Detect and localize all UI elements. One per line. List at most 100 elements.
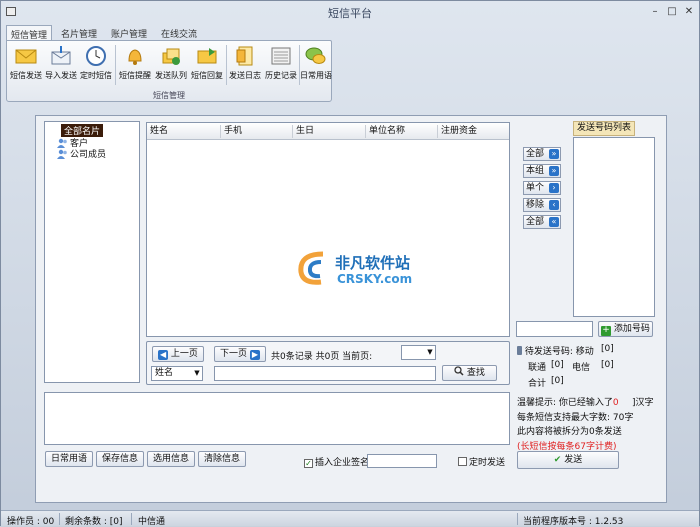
status-bar: 操作员 : 00 剩余条数 : [0] 中信通 当前程序版本号 : 1.2.53	[1, 510, 699, 527]
phone-number-input[interactable]	[516, 321, 593, 337]
status-version: 当前程序版本号 : 1.2.53	[523, 517, 624, 527]
queue-icon	[162, 48, 180, 65]
add-number-button[interactable]: + 添加号码	[598, 321, 653, 337]
column-header-name[interactable]: 姓名	[147, 125, 168, 138]
tab-card-management[interactable]: 名片管理	[56, 25, 102, 41]
insert-signature-checkbox[interactable]: ✓ 插入企业签名	[304, 455, 369, 468]
history-button[interactable]: 历史记录	[265, 44, 297, 84]
import-send-button[interactable]: 导入发送	[45, 44, 77, 84]
remove-button[interactable]: 移除 ‹	[523, 198, 561, 212]
tab-online-chat[interactable]: 在线交流	[156, 25, 202, 41]
pending-telecom-label: 电信	[572, 363, 591, 373]
phone-icon	[517, 346, 522, 355]
title-bar: 短信平台 – □ ✕	[1, 1, 699, 23]
column-header-mobile[interactable]: 手机	[220, 125, 242, 138]
send-sms-button[interactable]: 短信发送	[10, 44, 42, 84]
status-separator	[131, 513, 132, 525]
minimize-button[interactable]: –	[649, 7, 661, 18]
daily-phrases-button[interactable]: 日常用语	[300, 44, 332, 84]
import-envelope-icon	[51, 46, 71, 65]
chevron-down-icon: ▼	[194, 369, 200, 377]
prev-page-button[interactable]: ◀ 上一页	[152, 346, 204, 362]
sms-reply-button[interactable]: 短信回复	[191, 44, 223, 84]
search-icon	[454, 366, 464, 376]
double-arrow-left-icon: «	[549, 217, 559, 227]
pending-telecom-count: [0]	[601, 360, 614, 370]
contacts-table[interactable]: 姓名 手机 生日 单位名称 注册资金 非凡软件站 CRSKY.com	[146, 122, 510, 337]
reply-icon	[197, 48, 217, 64]
logo-swirl-icon	[298, 251, 324, 285]
save-info-button[interactable]: 保存信息	[96, 451, 144, 467]
status-separator	[59, 513, 60, 525]
people-icon	[57, 149, 67, 159]
checkbox-unchecked-icon	[458, 457, 467, 466]
pager-bar: ◀ 上一页 下一页 ▶ 共0条记录 共0页 当前页: ▼ 姓名 ▼ 查找	[146, 341, 510, 385]
chat-icon	[305, 47, 326, 64]
checkbox-checked-icon: ✓	[304, 459, 313, 468]
checkmark-icon: ✔	[553, 455, 562, 465]
clock-icon	[86, 46, 106, 66]
status-remaining: 剩余条数 : [0]	[65, 517, 123, 527]
plus-icon: +	[601, 325, 612, 336]
pager-info: 共0条记录 共0页 当前页:	[271, 352, 373, 362]
pending-unicom-count: [0]	[551, 360, 564, 370]
history-icon	[271, 47, 291, 65]
pending-mobile-count: [0]	[601, 344, 614, 354]
column-header-company[interactable]: 单位名称	[365, 125, 405, 138]
sms-reminder-button[interactable]: 短信提醒	[119, 44, 151, 84]
close-button[interactable]: ✕	[683, 7, 695, 18]
send-number-list[interactable]	[573, 137, 655, 317]
pending-numbers: 待发送号码: 移动	[517, 344, 594, 357]
next-page-button[interactable]: 下一页 ▶	[214, 346, 266, 362]
scheduled-send-checkbox[interactable]: 定时发送	[458, 455, 505, 468]
arrow-right-icon: ›	[549, 183, 559, 193]
bell-icon	[128, 49, 142, 65]
search-field-select[interactable]: 姓名 ▼	[151, 366, 203, 381]
daily-phrases-bottom-button[interactable]: 日常用语	[45, 451, 93, 467]
message-textarea[interactable]	[44, 392, 510, 445]
tab-sms-management[interactable]: 短信管理	[6, 25, 52, 41]
arrow-left-icon: ◀	[158, 350, 169, 360]
search-input[interactable]	[214, 366, 436, 381]
app-window: 短信平台 – □ ✕ 短信管理 名片管理 账户管理 在线交流 短信发送 导入发送…	[0, 0, 700, 527]
send-button[interactable]: ✔ 发送	[517, 451, 619, 469]
ribbon-group-label: 短信管理	[153, 91, 185, 100]
tree-item-company-members[interactable]: 公司成员	[57, 147, 106, 160]
tip-char-count: 温馨提示: 你已经输入了0	[517, 398, 619, 408]
tip-split-count: 此内容将被拆分为0条发送	[517, 427, 622, 437]
maximize-button[interactable]: □	[666, 7, 678, 18]
send-list-title: 发送号码列表	[573, 121, 635, 136]
ribbon-panel: 短信发送 导入发送 定时短信 短信提醒 发送队列 短信回复 发送日志 历史记录 …	[6, 40, 332, 102]
arrow-left-icon: ‹	[549, 200, 559, 210]
pending-total-label: 合计	[528, 379, 547, 389]
tab-account-management[interactable]: 账户管理	[106, 25, 152, 41]
send-queue-button[interactable]: 发送队列	[155, 44, 187, 84]
remove-all-button[interactable]: 全部 «	[523, 215, 561, 229]
pending-unicom-label: 联通	[528, 363, 547, 373]
add-group-button[interactable]: 本组»	[523, 164, 561, 178]
status-carrier: 中信通	[138, 517, 166, 527]
signature-input[interactable]	[367, 454, 437, 468]
current-page-select[interactable]: ▼	[401, 345, 436, 360]
column-header-birthday[interactable]: 生日	[292, 125, 314, 138]
table-header: 姓名 手机 生日 单位名称 注册资金	[147, 123, 509, 140]
column-header-capital[interactable]: 注册资金	[437, 125, 477, 138]
log-icon	[236, 46, 253, 66]
add-all-button[interactable]: 全部»	[523, 147, 561, 161]
status-separator	[517, 513, 518, 525]
use-info-button[interactable]: 选用信息	[147, 451, 195, 467]
status-operator: 操作员 : 00	[7, 517, 55, 527]
send-log-button[interactable]: 发送日志	[229, 44, 261, 84]
chevron-down-icon: ▼	[427, 348, 433, 356]
watermark-subtitle: CRSKY.com	[337, 272, 413, 286]
arrow-right-icon: ▶	[249, 350, 260, 360]
scheduled-sms-button[interactable]: 定时短信	[80, 44, 112, 84]
search-button[interactable]: 查找	[442, 365, 497, 381]
contact-group-tree[interactable]: 全部名片 客户 公司成员	[44, 121, 140, 383]
watermark-title: 非凡软件站	[335, 254, 411, 272]
clear-info-button[interactable]: 清除信息	[198, 451, 246, 467]
watermark-logo: 非凡软件站 CRSKY.com	[293, 248, 473, 290]
window-title: 短信平台	[328, 7, 372, 20]
double-arrow-right-icon: »	[549, 149, 559, 159]
add-single-button[interactable]: 单个 ›	[523, 181, 561, 195]
